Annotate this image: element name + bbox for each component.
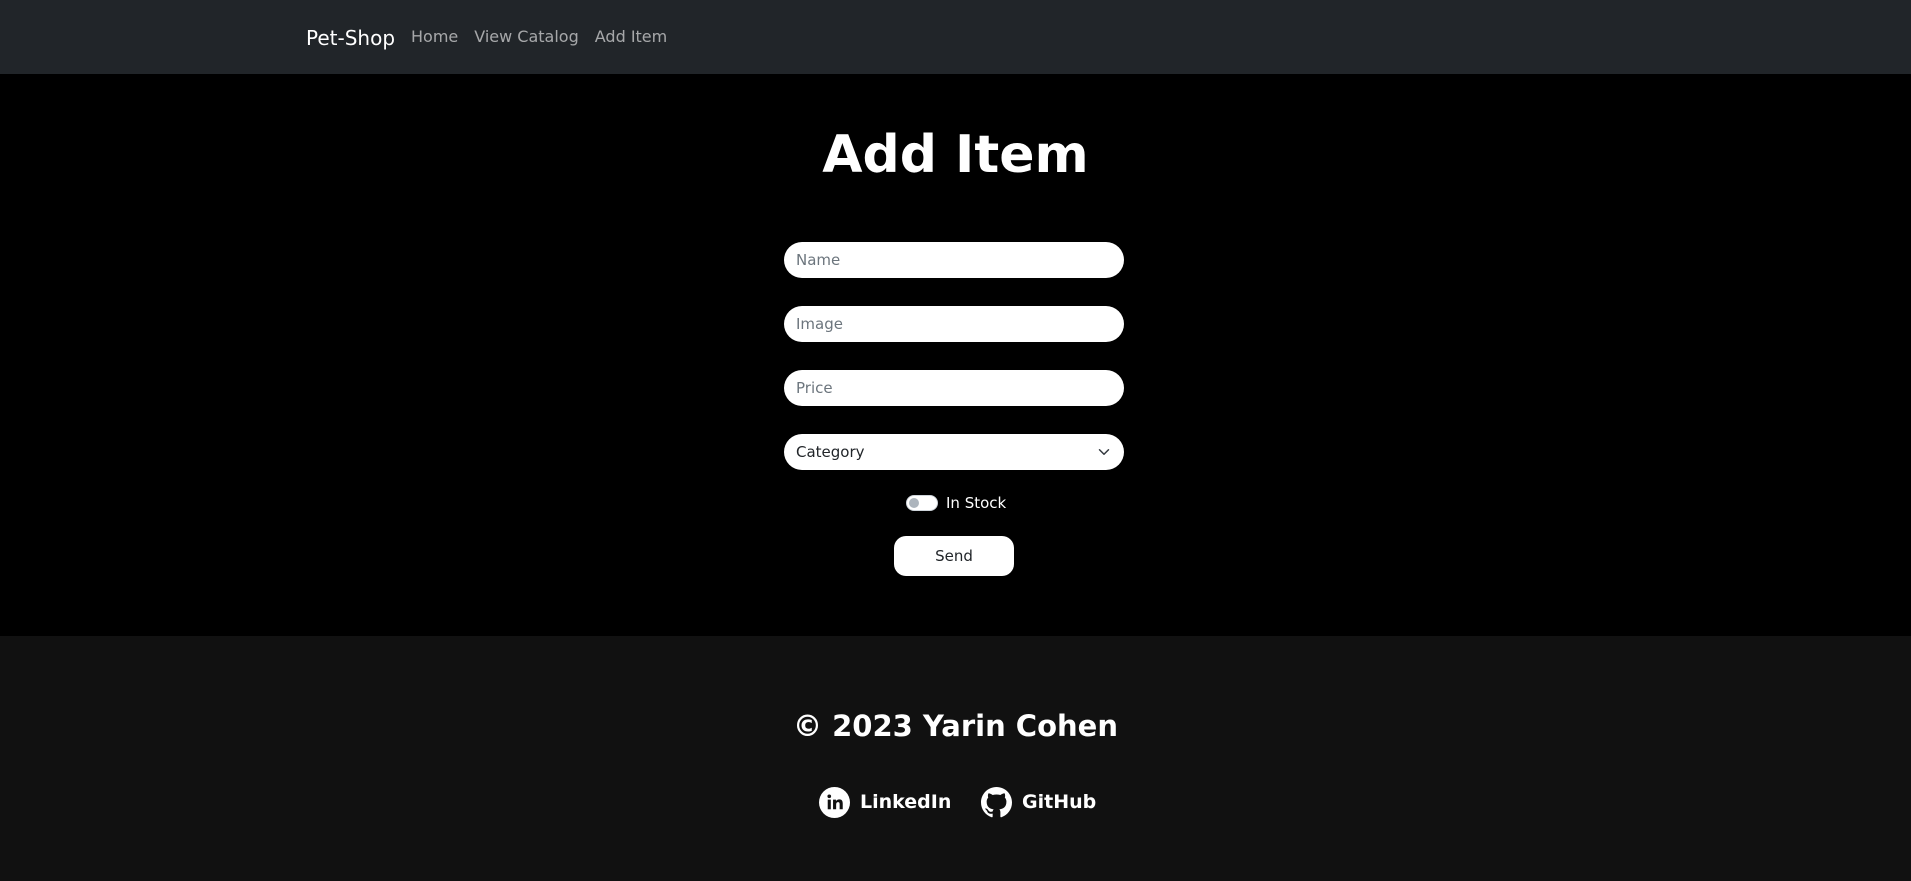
linkedin-icon	[819, 786, 850, 818]
price-input[interactable]	[784, 370, 1124, 406]
main-content: Add Item Category In Stock Send	[0, 74, 1911, 636]
in-stock-row: In Stock	[906, 492, 1006, 514]
github-icon	[981, 786, 1012, 818]
nav-link-view-catalog[interactable]: View Catalog	[474, 26, 579, 48]
linkedin-link[interactable]: LinkedIn	[819, 786, 951, 818]
github-link[interactable]: GitHub	[981, 786, 1096, 818]
in-stock-toggle[interactable]	[906, 495, 938, 511]
category-select[interactable]: Category	[784, 434, 1124, 470]
github-label: GitHub	[1022, 791, 1097, 813]
category-select-value: Category	[796, 443, 865, 461]
top-navbar: Pet-Shop Home View Catalog Add Item	[0, 0, 1911, 74]
in-stock-label: In Stock	[946, 494, 1007, 512]
nav-links: Home View Catalog Add Item	[411, 26, 667, 48]
chevron-down-icon	[1096, 444, 1112, 460]
page-title: Add Item	[822, 125, 1089, 185]
nav-link-home[interactable]: Home	[411, 26, 458, 48]
send-button[interactable]: Send	[894, 536, 1014, 576]
image-input[interactable]	[784, 306, 1124, 342]
linkedin-label: LinkedIn	[860, 791, 952, 813]
nav-link-add-item[interactable]: Add Item	[595, 26, 667, 48]
brand-link[interactable]: Pet-Shop	[306, 24, 395, 52]
footer: © 2023 Yarin Cohen LinkedIn GitHub	[0, 636, 1911, 881]
toggle-knob	[909, 498, 919, 508]
name-input[interactable]	[784, 242, 1124, 278]
copyright-text: © 2023 Yarin Cohen	[793, 709, 1118, 743]
